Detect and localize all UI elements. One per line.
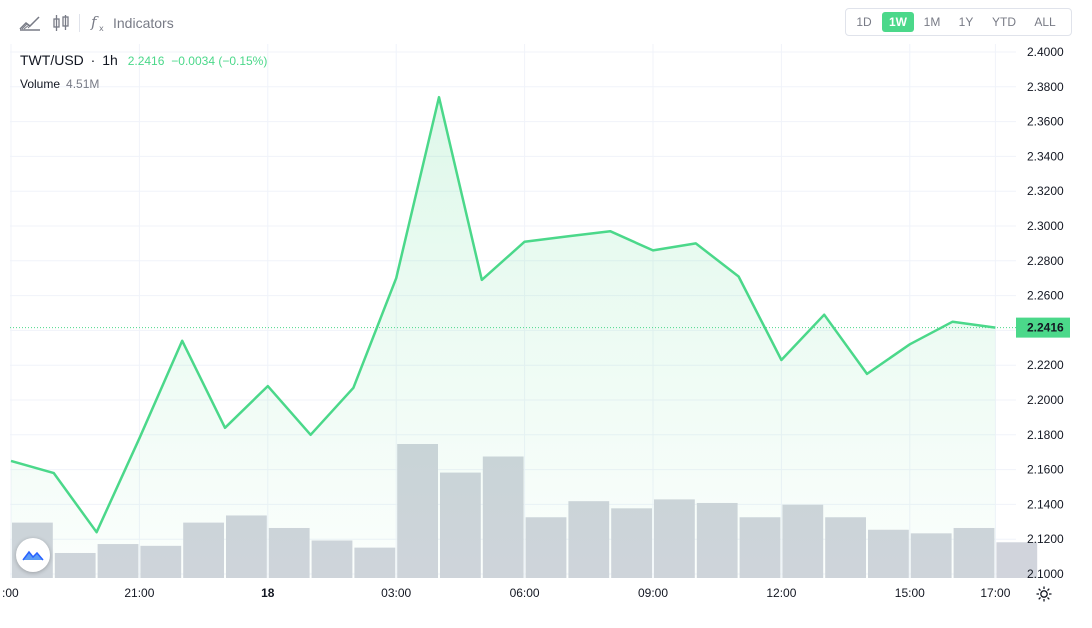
x-tick-label: :00 bbox=[2, 586, 19, 600]
y-tick-label: 2.3600 bbox=[1027, 115, 1064, 129]
volume-value: 4.51M bbox=[66, 77, 100, 91]
y-tick-label: 2.1600 bbox=[1027, 463, 1064, 477]
symbol-name: TWT/USD bbox=[20, 52, 84, 68]
y-tick-label: 2.1000 bbox=[1027, 567, 1064, 581]
x-tick-label: 12:00 bbox=[766, 586, 796, 600]
chart-legend: TWT/USD · 1h 2.2416 −0.0034 (−0.15%) bbox=[20, 52, 267, 68]
y-tick-label: 2.1400 bbox=[1027, 497, 1064, 511]
price-area bbox=[11, 97, 996, 578]
y-tick-label: 2.2600 bbox=[1027, 289, 1064, 303]
y-tick-label: 2.2800 bbox=[1027, 254, 1064, 268]
interval-label: 1h bbox=[102, 52, 118, 68]
y-tick-label: 2.1800 bbox=[1027, 428, 1064, 442]
volume-label: Volume bbox=[20, 77, 61, 91]
interval-dot: · bbox=[90, 52, 96, 68]
last-price: 2.2416 bbox=[127, 54, 165, 68]
tradingview-logo-icon[interactable] bbox=[16, 538, 50, 572]
y-tick-label: 2.4000 bbox=[1027, 45, 1064, 59]
y-tick-label: 2.2000 bbox=[1027, 393, 1064, 407]
x-tick-label: 15:00 bbox=[895, 586, 925, 600]
y-tick-label: 2.3800 bbox=[1027, 80, 1064, 94]
x-tick-label: 21:00 bbox=[124, 586, 154, 600]
x-tick-label: 17:00 bbox=[980, 586, 1010, 600]
gear-icon[interactable] bbox=[1034, 584, 1054, 604]
x-tick-label: 18 bbox=[261, 586, 275, 600]
price-chart[interactable]: 2.1000 2.1200 2.1400 2.1600 2.1800 2.2000 2.22… bbox=[0, 0, 1092, 628]
price-change: −0.0034 (−0.15%) bbox=[171, 54, 268, 68]
y-tick-label: 2.3200 bbox=[1027, 184, 1064, 198]
y-tick-label: 2.3000 bbox=[1027, 219, 1064, 233]
x-tick-label: 09:00 bbox=[638, 586, 668, 600]
y-tick-label: 2.1200 bbox=[1027, 532, 1064, 546]
x-tick-label: 03:00 bbox=[381, 586, 411, 600]
x-tick-label: 06:00 bbox=[510, 586, 540, 600]
volume-legend: Volume 4.51M bbox=[20, 77, 99, 91]
y-tick-label: 2.2200 bbox=[1027, 358, 1064, 372]
last-price-tag-label: 2.2416 bbox=[1027, 321, 1064, 335]
y-tick-label: 2.3400 bbox=[1027, 149, 1064, 163]
